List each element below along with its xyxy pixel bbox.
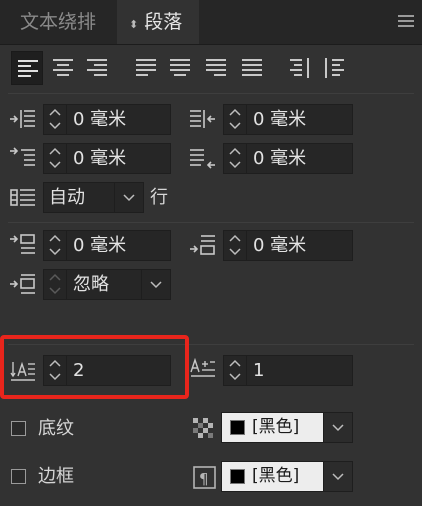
align-right-button[interactable] — [81, 51, 113, 85]
grid-align-value: 忽略 — [69, 270, 141, 299]
chevron-down-icon[interactable] — [323, 462, 352, 491]
drop-cap-characters-stepper[interactable] — [224, 356, 247, 385]
panel-menu-icon[interactable] — [398, 15, 414, 29]
space-after-stepper[interactable] — [224, 231, 247, 260]
last-line-indent-stepper[interactable] — [224, 144, 247, 173]
shading-color-value: [黑色] — [252, 417, 300, 437]
right-indent-value[interactable]: 0 毫米 — [249, 105, 352, 134]
align-left-icon — [18, 60, 38, 77]
left-indent-field[interactable]: 0 毫米 — [43, 104, 171, 135]
justify-all-icon — [242, 59, 262, 76]
shading-color-swatch — [230, 420, 245, 435]
border-color-value: [黑色] — [252, 466, 300, 486]
grid-align-stepper — [44, 270, 67, 299]
right-indent-field[interactable]: 0 毫米 — [223, 104, 353, 135]
justify-left-icon — [136, 59, 156, 76]
shading-checkbox[interactable] — [11, 421, 26, 436]
align-toward-spine-button[interactable] — [284, 51, 316, 85]
align-right-icon — [87, 59, 107, 76]
border-color-swatch — [230, 469, 245, 484]
left-indent-value[interactable]: 0 毫米 — [69, 105, 170, 134]
paragraph-border-icon: ¶ — [193, 466, 219, 489]
space-before-value[interactable]: 0 毫米 — [69, 231, 170, 260]
right-indent-stepper[interactable] — [224, 105, 247, 134]
left-indent-stepper[interactable] — [44, 105, 67, 134]
last-line-indent-field[interactable]: 0 毫米 — [223, 143, 353, 174]
last-line-indent-value[interactable]: 0 毫米 — [249, 144, 352, 173]
justify-right-icon — [206, 59, 226, 76]
grid-align-select[interactable]: 忽略 — [43, 269, 171, 300]
drop-cap-characters-value[interactable]: 1 — [249, 356, 352, 385]
last-line-indent-icon — [190, 147, 216, 169]
drop-cap-characters-icon — [190, 358, 216, 380]
drop-cap-mode-select[interactable]: 自动 — [43, 182, 144, 213]
drop-cap-mode-value: 自动 — [49, 187, 85, 208]
chevron-down-icon[interactable] — [141, 270, 170, 299]
tab-paragraph[interactable]: ⬍ 段落 — [117, 0, 199, 44]
right-indent-icon — [190, 108, 216, 130]
align-left-button[interactable] — [11, 51, 43, 85]
border-color-select[interactable]: [黑色] — [221, 461, 353, 492]
align-away-spine-icon — [325, 58, 344, 78]
first-line-indent-value[interactable]: 0 毫米 — [69, 144, 170, 173]
align-center-button[interactable] — [47, 51, 79, 85]
border-label: 边框 — [38, 466, 74, 487]
align-toward-spine-icon — [290, 58, 309, 78]
space-before-icon — [10, 234, 36, 256]
highlight-box — [0, 335, 189, 399]
justify-left-button[interactable] — [130, 51, 162, 85]
shading-color-select[interactable]: [黑色] — [221, 412, 353, 443]
justify-all-button[interactable] — [236, 51, 268, 85]
justify-center-icon — [170, 59, 190, 76]
chevron-down-icon[interactable] — [323, 413, 352, 442]
shading-pattern-icon — [193, 418, 219, 440]
tab-paragraph-label: 段落 — [144, 11, 183, 33]
left-indent-icon — [10, 108, 36, 130]
justify-center-button[interactable] — [164, 51, 196, 85]
align-away-spine-button[interactable] — [318, 51, 350, 85]
divider — [8, 222, 414, 223]
space-before-field[interactable]: 0 毫米 — [43, 230, 171, 261]
drop-cap-characters-field[interactable]: 1 — [223, 355, 353, 386]
chevron-down-icon[interactable] — [114, 183, 143, 212]
first-line-indent-icon — [10, 147, 36, 169]
shading-label: 底纹 — [38, 418, 74, 439]
drop-cap-lines-icon — [10, 187, 36, 209]
tab-text-wrap[interactable]: 文本绕排 — [0, 0, 116, 44]
svg-text:¶: ¶ — [199, 470, 209, 488]
justify-right-button[interactable] — [200, 51, 232, 85]
align-to-grid-icon — [10, 273, 36, 295]
drop-cap-unit-label: 行 — [150, 187, 168, 208]
first-line-indent-stepper[interactable] — [44, 144, 67, 173]
first-line-indent-field[interactable]: 0 毫米 — [43, 143, 171, 174]
tab-updown-icon: ⬍ — [129, 18, 139, 31]
space-after-icon — [190, 234, 216, 256]
space-after-field[interactable]: 0 毫米 — [223, 230, 353, 261]
border-checkbox[interactable] — [11, 469, 26, 484]
divider — [8, 93, 414, 94]
space-after-value[interactable]: 0 毫米 — [249, 231, 352, 260]
align-center-icon — [53, 59, 73, 76]
space-before-stepper[interactable] — [44, 231, 67, 260]
